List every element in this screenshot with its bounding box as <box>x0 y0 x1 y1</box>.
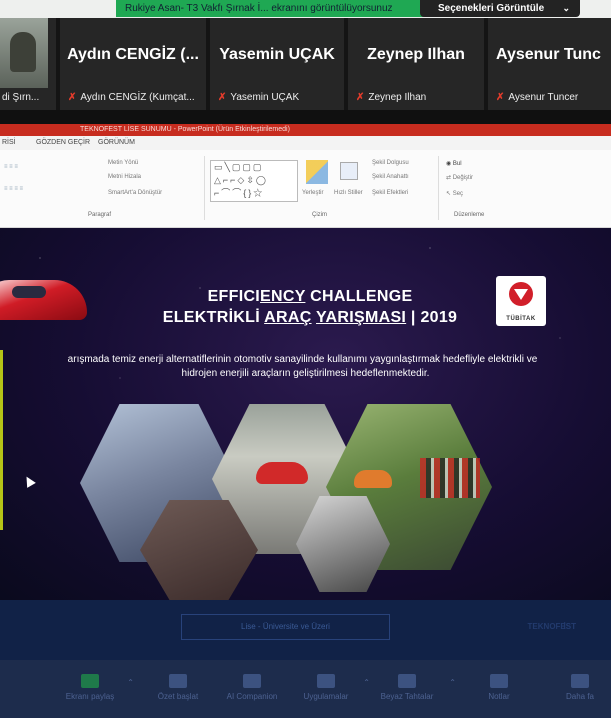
participant-tile[interactable]: Aydın CENGİZ (... ✗ Aydın CENGİZ (Kumçat.… <box>60 18 206 110</box>
participant-name: Aydın CENGİZ (... <box>67 46 199 63</box>
powerpoint-ribbon: ≡ ≡ ≡ ≡ ≡ ≡ ≡ Metin Yönü Metni Hizala Sm… <box>0 150 611 228</box>
participant-tile[interactable]: Zeynep Ilhan ✗ Zeynep Ilhan <box>348 18 484 110</box>
zoom-meeting-window: Rukiye Asan- T3 Vakfı Şırnak İ... ekranı… <box>0 0 611 718</box>
participant-strip: di Şırn... Aydın CENGİZ (... ✗ Aydın CENG… <box>0 18 611 110</box>
mic-muted-icon: ✗ <box>356 92 365 103</box>
participant-footer: ✗ Aydın CENGİZ (Kumçat... <box>68 92 195 103</box>
select-button[interactable]: ↖ Seç <box>446 190 463 197</box>
replace-button[interactable]: ⇄ Değiştir <box>446 174 473 181</box>
participant-tile[interactable]: di Şırn... <box>0 18 56 110</box>
align-buttons-icon[interactable]: ≡ ≡ ≡ ≡ <box>4 186 23 192</box>
category-label: Lise - Üniversite ve Üzeri <box>181 614 390 640</box>
participant-footer: di Şırn... <box>2 92 40 103</box>
start-summary-button[interactable]: Özet başlat <box>148 674 208 701</box>
powerpoint-title-bar: TEKNOFEST LİSE SUNUMU - PowerPoint (Ürün… <box>0 124 611 136</box>
more-icon <box>571 674 589 688</box>
list-buttons-icon[interactable]: ≡ ≡ ≡ <box>4 164 18 170</box>
share-screen-icon <box>81 674 99 688</box>
meeting-control-bar: Ekranı paylaş ⌃ Özet başlat AI Companion … <box>0 660 611 718</box>
drawing-group-label: Çizim <box>312 212 327 218</box>
participant-footer: ✗ Aysenur Tuncer <box>496 92 579 103</box>
editing-group-label: Düzenleme <box>454 212 485 218</box>
chevron-up-icon: ⌃ <box>449 678 456 687</box>
participant-name: Yasemin UÇAK <box>219 46 335 63</box>
view-options-button[interactable]: Seçenekleri Görüntüle ⌄ <box>420 0 580 17</box>
tab-view[interactable]: GÖRÜNÜM <box>98 139 135 146</box>
tab-slide-show[interactable]: RİSİ <box>2 139 16 146</box>
participant-name: Zeynep Ilhan <box>367 46 465 63</box>
crowd-image <box>420 458 480 498</box>
separator <box>0 110 611 124</box>
replace-icon: ⇄ <box>446 175 453 181</box>
notes-button[interactable]: Notlar <box>476 674 522 701</box>
participant-name: Aysenur Tunc <box>496 46 601 63</box>
shape-outline-button[interactable]: Şekil Anahattı <box>372 174 409 180</box>
chevron-up-icon: ⌃ <box>363 678 370 687</box>
find-button[interactable]: ◉ Bul <box>446 160 462 167</box>
slide-description: arışmada temiz enerji alternatiflerinin … <box>67 354 538 379</box>
mic-muted-icon: ✗ <box>68 92 77 103</box>
chevron-up-icon: ⌃ <box>127 678 134 687</box>
tubitak-logo: TÜBİTAK <box>496 276 546 326</box>
apps-icon <box>317 674 335 688</box>
text-direction-button[interactable]: Metin Yönü <box>108 160 138 166</box>
share-screen-button[interactable]: Ekranı paylaş ⌃ <box>60 674 134 701</box>
shapes-gallery[interactable]: ▭╲▢▢▢ △⌐⌐◇⇳◯ ⌐⌒⌒{}☆ <box>210 160 298 202</box>
slide-title: EFFICIENCY CHALLENGE ELEKTRİKLİ ARAÇ YAR… <box>162 288 458 326</box>
participant-tile[interactable]: Aysenur Tunc ✗ Aysenur Tuncer <box>488 18 611 110</box>
shape-fill-button[interactable]: Şekil Dolgusu <box>372 160 409 166</box>
apps-button[interactable]: Uygulamalar ⌃ <box>296 674 370 701</box>
mic-muted-icon: ✗ <box>218 92 227 103</box>
shape-effects-button[interactable]: Şekil Efektleri <box>372 190 408 196</box>
slide-footer-area: Lise - Üniversite ve Üzeri TEKNOFEST İST <box>0 600 611 660</box>
ai-companion-button[interactable]: AI Companion <box>214 674 290 701</box>
participant-tile[interactable]: Yasemin UÇAK ✗ Yasemin UÇAK <box>210 18 344 110</box>
participant-footer: ✗ Zeynep Ilhan <box>356 92 427 103</box>
slide-canvas: EFFICIENCY CHALLENGE ELEKTRİKLİ ARAÇ YAR… <box>0 228 611 600</box>
notes-icon <box>490 674 508 688</box>
summary-icon <box>169 674 187 688</box>
select-icon: ↖ <box>446 191 453 197</box>
window-edge-highlight <box>0 350 3 530</box>
arrange-button[interactable]: Yerleştir <box>302 190 323 196</box>
more-button[interactable]: Daha fa <box>552 674 608 701</box>
mic-muted-icon: ✗ <box>496 92 505 103</box>
chevron-down-icon: ⌄ <box>562 3 570 13</box>
sparkle-icon <box>243 674 261 688</box>
whiteboard-icon <box>398 674 416 688</box>
binoculars-icon: ◉ <box>446 161 453 167</box>
view-options-label: Seçenekleri Görüntüle <box>438 3 545 14</box>
align-text-button[interactable]: Metni Hizala <box>108 174 141 180</box>
arrange-icon[interactable] <box>306 160 328 184</box>
quick-styles-icon[interactable] <box>340 162 358 180</box>
electric-car-image <box>256 462 308 484</box>
paragraph-group-label: Paragraf <box>88 212 112 218</box>
electric-car-image <box>354 470 392 488</box>
teknofest-logo: TEKNOFEST İST <box>527 622 576 631</box>
participant-footer: ✗ Yasemin UÇAK <box>218 92 300 103</box>
quick-styles-button[interactable]: Hızlı Stiller <box>334 190 364 196</box>
smartart-button[interactable]: SmartArt'a Dönüştür <box>108 190 162 196</box>
share-banner: Rukiye Asan- T3 Vakfı Şırnak İ... ekranı… <box>116 0 436 17</box>
powerpoint-tabs: RİSİ GÖZDEN GEÇİR GÖRÜNÜM <box>0 136 611 150</box>
top-bar: Rukiye Asan- T3 Vakfı Şırnak İ... ekranı… <box>0 0 611 18</box>
participant-video <box>0 18 48 88</box>
tab-review[interactable]: GÖZDEN GEÇİR <box>36 139 90 146</box>
whiteboards-button[interactable]: Beyaz Tahtalar ⌃ <box>372 674 456 701</box>
race-car-image <box>0 280 87 320</box>
